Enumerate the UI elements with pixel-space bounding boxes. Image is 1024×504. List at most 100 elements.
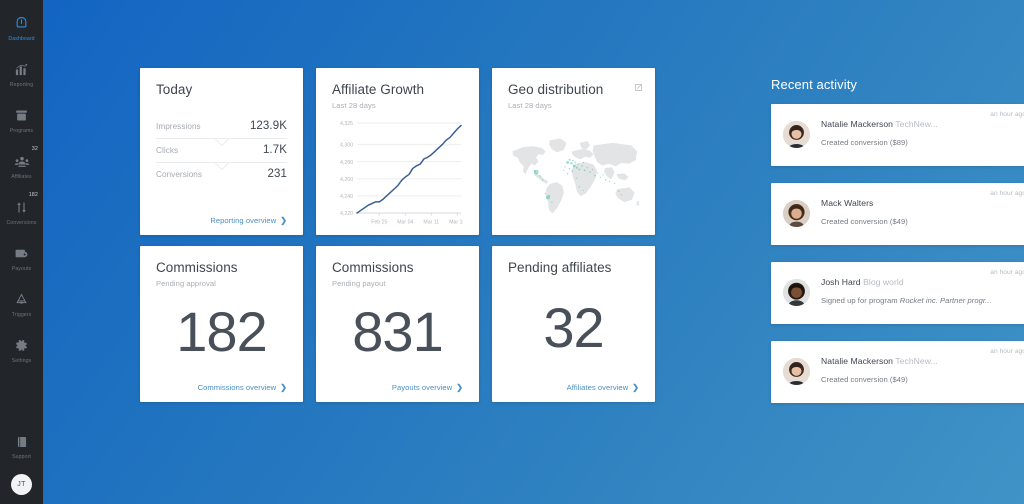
sidebar-item-programs[interactable]: Programs xyxy=(0,98,43,142)
list-item[interactable]: an hour ago Natalie Mackerson TechNew... xyxy=(771,341,1024,403)
geo-title: Geo distribution xyxy=(508,83,639,98)
list-item[interactable]: an hour ago Josh Hard Blog world xyxy=(771,262,1024,324)
chart-subtitle: Last 28 days xyxy=(332,101,463,110)
activity-timestamp: an hour ago xyxy=(990,111,1024,118)
svg-text:4,260: 4,260 xyxy=(340,177,353,183)
card-title: Commissions xyxy=(332,261,463,276)
today-metrics: Impressions 123.9K Clicks 1.7K Conversio… xyxy=(156,115,287,186)
avatar xyxy=(783,200,810,227)
reporting-icon xyxy=(14,60,29,79)
card-title: Commissions xyxy=(156,261,287,276)
geo-distribution-card: Geo distribution Last 28 days xyxy=(492,68,655,235)
activity-person: Natalie Mackerson xyxy=(821,356,893,366)
affiliates-icon xyxy=(14,152,30,171)
divider xyxy=(156,138,287,139)
card-subtitle: Pending approval xyxy=(156,279,287,288)
programs-icon xyxy=(14,106,29,125)
card-subtitle: Pending payout xyxy=(332,279,463,288)
pending-affiliates-card: Pending affiliates 32 Affiliates overvie… xyxy=(492,246,655,402)
sidebar-item-dashboard[interactable]: Dashboard xyxy=(0,6,43,50)
affiliate-growth-card: Affiliate Growth Last 28 days 4,2204,240… xyxy=(316,68,479,235)
card-row-bottom: Commissions Pending approval 182 Commiss… xyxy=(140,246,755,402)
dashboard-icon xyxy=(14,14,29,33)
metric-value: 1.7K xyxy=(263,144,287,156)
svg-text:4,240: 4,240 xyxy=(340,194,353,200)
svg-text:Mar 04: Mar 04 xyxy=(397,219,413,225)
activity-name: Natalie Mackerson TechNew... xyxy=(821,119,938,129)
card-row-top: Today Impressions 123.9K Clicks 1.7K xyxy=(140,68,755,235)
metric-label: Clicks xyxy=(156,146,178,155)
line-chart: 4,220 4,240 4,260 4,280 4,300 4,325 Feb 25 Mar … xyxy=(332,119,463,227)
sidebar-item-label: Settings xyxy=(12,358,32,364)
activity-description: Created conversion ($49) xyxy=(821,375,938,384)
chevron-right-icon: ❯ xyxy=(280,383,287,392)
commissions-overview-link[interactable]: Commissions overview ❯ xyxy=(156,383,287,392)
payouts-icon xyxy=(14,244,29,263)
divider xyxy=(156,162,287,163)
payouts-overview-link[interactable]: Payouts overview ❯ xyxy=(332,383,463,392)
dashboard-app: Dashboard Reporting Progr xyxy=(0,0,1024,504)
svg-text:Mar 11: Mar 11 xyxy=(423,219,439,225)
activity-timestamp: an hour ago xyxy=(990,269,1024,276)
link-label: Reporting overview xyxy=(210,216,276,225)
sidebar-item-affiliates[interactable]: 32 Affiliates xyxy=(0,144,43,188)
geo-subtitle: Last 28 days xyxy=(508,101,639,110)
svg-text:4,220: 4,220 xyxy=(340,211,353,217)
list-item[interactable]: an hour ago Natalie Mackerson TechNew... xyxy=(771,104,1024,166)
activity-name: Josh Hard Blog world xyxy=(821,277,992,287)
svg-text:Feb 25: Feb 25 xyxy=(371,219,387,225)
activity-body: Josh Hard Blog world Signed up for progr… xyxy=(821,273,992,324)
sidebar-item-label: Reporting xyxy=(10,82,33,88)
list-item[interactable]: an hour ago Mack Walters Crea xyxy=(771,183,1024,245)
activity-name: Mack Walters xyxy=(821,198,908,208)
sidebar-item-label: Payouts xyxy=(12,266,31,272)
sidebar-item-reporting[interactable]: Reporting xyxy=(0,52,43,96)
main-content: Today Impressions 123.9K Clicks 1.7K xyxy=(43,0,1024,504)
cards-area: Today Impressions 123.9K Clicks 1.7K xyxy=(140,68,755,504)
svg-text:4,325: 4,325 xyxy=(340,121,353,127)
sidebar-item-support[interactable]: Support xyxy=(0,424,43,468)
svg-text:4,300: 4,300 xyxy=(340,142,353,148)
expand-icon[interactable] xyxy=(634,79,643,88)
commissions-payout-card: Commissions Pending payout 831 Payouts o… xyxy=(316,246,479,402)
link-label: Affiliates overview xyxy=(567,383,629,392)
sidebar-item-triggers[interactable]: Triggers xyxy=(0,282,43,326)
metric-value: 123.9K xyxy=(250,120,287,132)
activity-org: Blog world xyxy=(863,277,904,287)
today-card: Today Impressions 123.9K Clicks 1.7K xyxy=(140,68,303,235)
activity-org: TechNew... xyxy=(895,356,938,366)
sidebar-item-payouts[interactable]: Payouts xyxy=(0,236,43,280)
activity-body: Mack Walters Created conversion ($49) xyxy=(821,194,908,245)
support-icon xyxy=(15,432,29,451)
metric-value: 182 xyxy=(156,288,287,383)
avatar xyxy=(783,358,810,385)
page-title: Today xyxy=(156,83,287,98)
metric-label: Impressions xyxy=(156,122,201,131)
reporting-overview-link[interactable]: Reporting overview ❯ xyxy=(156,216,287,225)
affiliates-overview-link[interactable]: Affiliates overview ❯ xyxy=(508,383,639,392)
triggers-icon xyxy=(14,290,29,309)
chevron-right-icon: ❯ xyxy=(456,383,463,392)
svg-text:Mar 18: Mar 18 xyxy=(449,219,463,225)
activity-person: Josh Hard xyxy=(821,277,861,287)
avatar[interactable]: JT xyxy=(11,474,32,495)
sidebar-item-label: Conversions xyxy=(7,220,37,226)
activity-body: Natalie Mackerson TechNew... Created con… xyxy=(821,352,938,403)
activity-description: Created conversion ($89) xyxy=(821,138,938,147)
sidebar: Dashboard Reporting Progr xyxy=(0,0,43,504)
activity-title: Recent activity xyxy=(771,77,1024,92)
activity-name: Natalie Mackerson TechNew... xyxy=(821,356,938,366)
activity-description-prefix: Signed up for program xyxy=(821,296,900,305)
activity-person: Mack Walters xyxy=(821,198,873,208)
avatar xyxy=(783,121,810,148)
conversions-icon xyxy=(14,198,29,217)
avatar xyxy=(783,279,810,306)
chevron-right-icon: ❯ xyxy=(280,216,287,225)
activity-org: TechNew... xyxy=(895,119,938,129)
metric-value: 831 xyxy=(332,288,463,383)
sidebar-item-conversions[interactable]: 182 Conversions xyxy=(0,190,43,234)
svg-text:4,280: 4,280 xyxy=(340,160,353,166)
sidebar-item-label: Programs xyxy=(10,128,33,134)
metric-value: 32 xyxy=(508,279,639,383)
sidebar-item-settings[interactable]: Settings xyxy=(0,328,43,372)
